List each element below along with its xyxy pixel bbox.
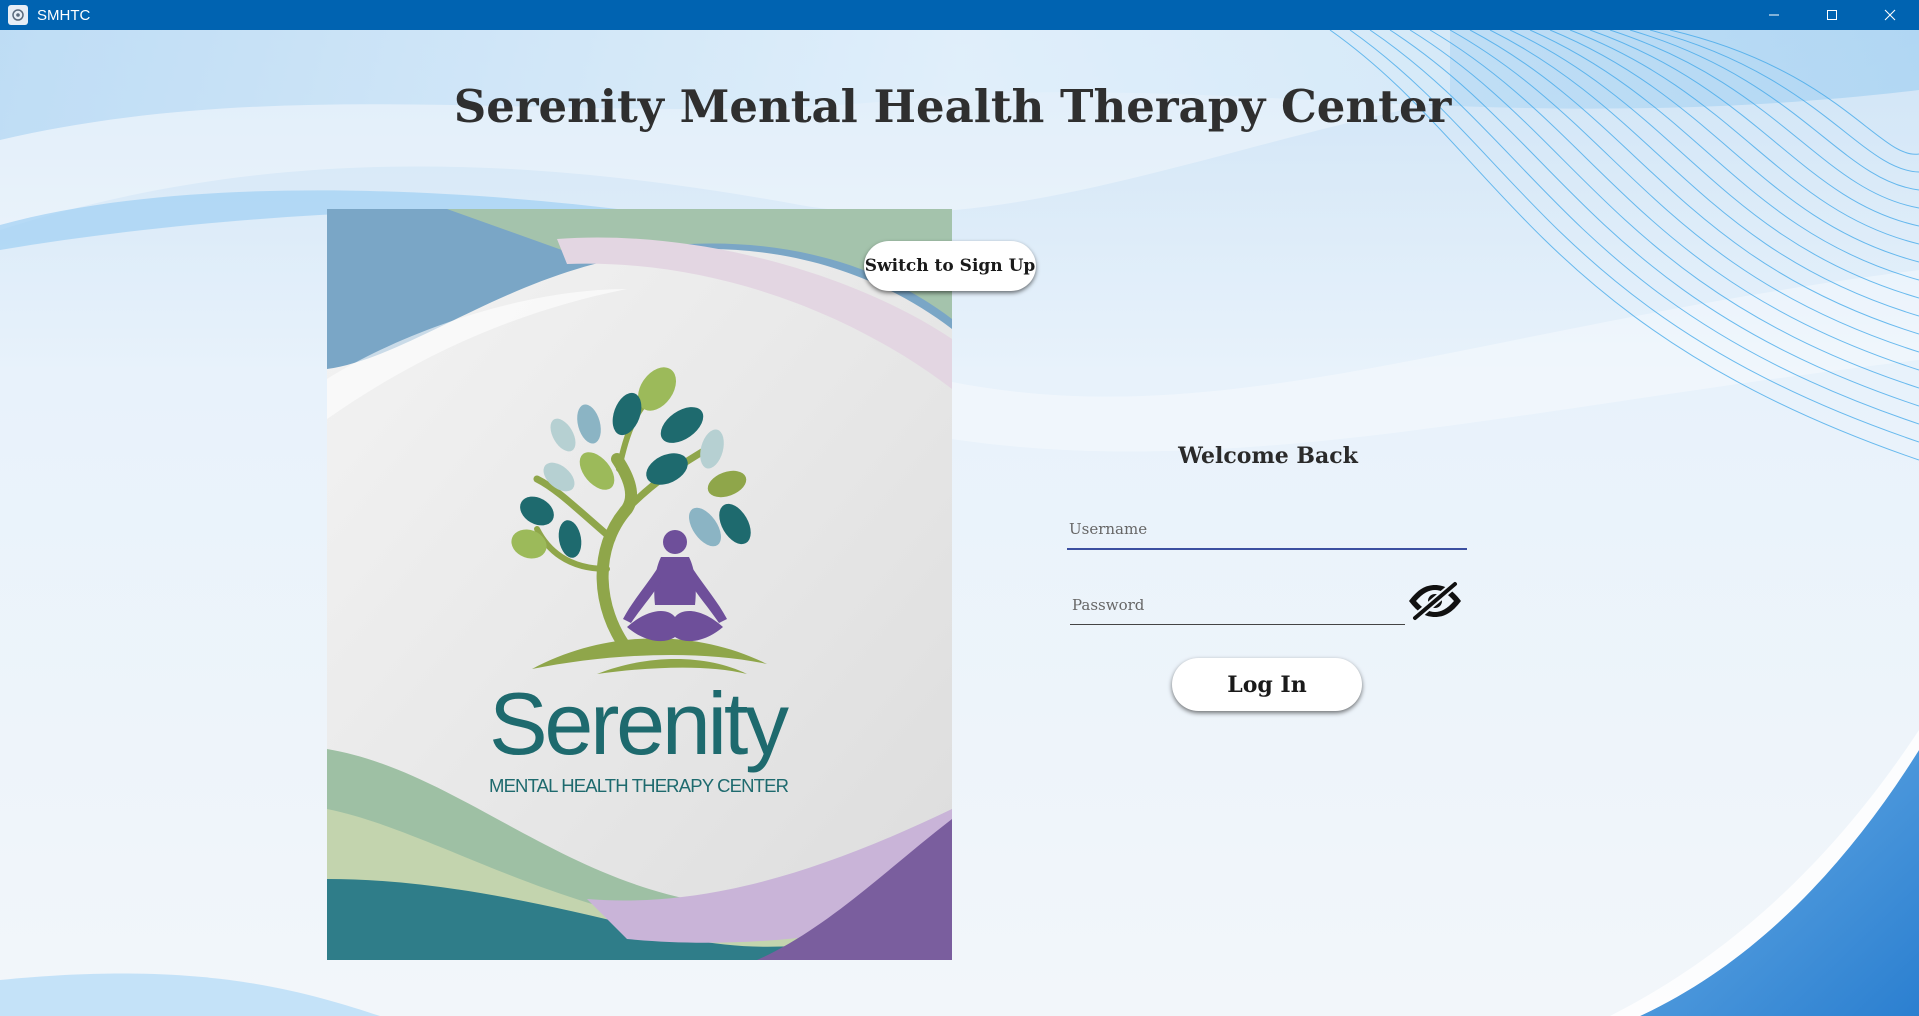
login-button[interactable]: Log In — [1172, 658, 1362, 711]
password-input[interactable] — [1070, 585, 1405, 625]
maximize-icon — [1827, 10, 1837, 20]
welcome-heading: Welcome Back — [1178, 443, 1358, 469]
title-bar[interactable]: SMHTC — [0, 0, 1919, 30]
serenity-logo: Serenity MENTAL HEALTH THERAPY CENTER — [327, 209, 952, 960]
close-icon — [1884, 9, 1896, 21]
logo-panel: Serenity MENTAL HEALTH THERAPY CENTER — [327, 209, 952, 960]
password-visibility-toggle[interactable] — [1406, 578, 1464, 623]
logo-wordmark: Serenity — [489, 674, 789, 773]
app-icon — [8, 5, 28, 25]
app-window: SMHTC Serenity Mental Health Therapy Cen… — [0, 0, 1919, 1016]
window-title: SMHTC — [37, 6, 91, 24]
close-button[interactable] — [1861, 0, 1919, 30]
switch-to-signup-button[interactable]: Switch to Sign Up — [864, 241, 1036, 291]
logo-tagline: MENTAL HEALTH THERAPY CENTER — [489, 775, 789, 796]
minimize-icon — [1769, 14, 1779, 16]
maximize-button[interactable] — [1803, 0, 1861, 30]
background-waves — [0, 30, 1919, 1016]
page-title: Serenity Mental Health Therapy Center — [453, 80, 1452, 133]
minimize-button[interactable] — [1745, 0, 1803, 30]
username-input[interactable] — [1067, 510, 1467, 550]
window-controls — [1745, 0, 1919, 30]
eye-slash-icon — [1409, 579, 1461, 622]
